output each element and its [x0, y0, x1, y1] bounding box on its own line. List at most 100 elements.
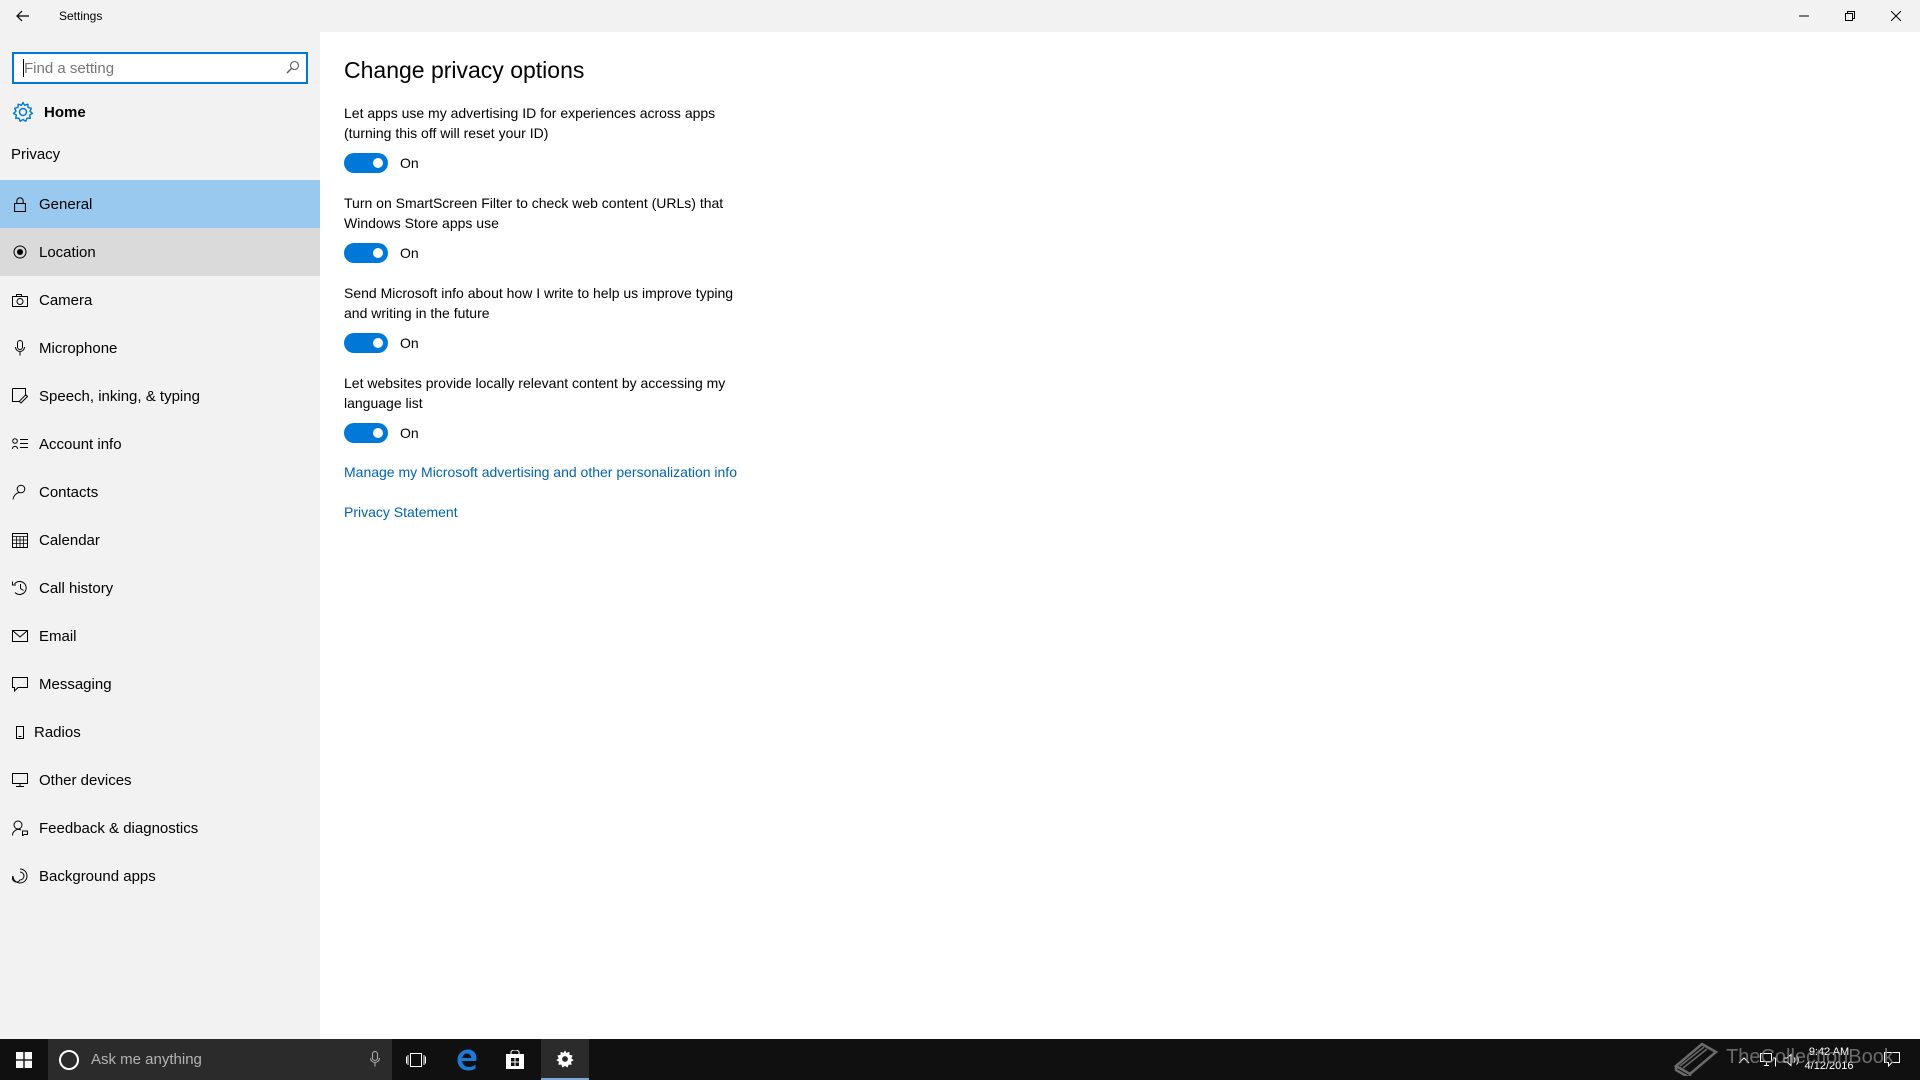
store-button[interactable] [491, 1039, 539, 1080]
book-icon [1673, 1042, 1719, 1076]
sidebar-item-label: Camera [39, 291, 93, 309]
task-view-button[interactable] [392, 1039, 440, 1080]
sidebar-item-email[interactable]: Email [0, 612, 320, 660]
privacy-nav: General Location Camera Microphone Speec… [0, 180, 320, 900]
setting-language-list: Let websites provide locally relevant co… [344, 373, 784, 443]
task-view-icon [406, 1052, 426, 1067]
sidebar-item-label: Microphone [39, 339, 118, 357]
sidebar-item-background-apps[interactable]: Background apps [0, 852, 320, 900]
sidebar-item-call-history[interactable]: Call history [0, 564, 320, 612]
location-icon [12, 244, 28, 260]
email-icon [12, 628, 28, 644]
taskbar-search-placeholder: Ask me anything [91, 1051, 202, 1068]
camera-icon [12, 292, 28, 308]
setting-advertising-id: Let apps use my advertising ID for exper… [344, 103, 784, 173]
watermark-text: TheCollectionBook [1726, 1045, 1894, 1068]
speech-icon [12, 388, 28, 404]
minimize-icon [1799, 15, 1809, 17]
setting-description: Let websites provide locally relevant co… [344, 375, 726, 411]
toggle-state-label: On [400, 335, 419, 351]
settings-taskbar-button[interactable] [541, 1039, 589, 1080]
sidebar-item-label: Feedback & diagnostics [39, 819, 199, 837]
sidebar-item-label: Background apps [39, 867, 156, 885]
contacts-icon [12, 484, 28, 500]
sidebar-item-label: Other devices [39, 771, 132, 789]
taskbar-search-box[interactable]: Ask me anything [48, 1039, 392, 1080]
lock-icon [12, 196, 28, 212]
advertising-id-toggle[interactable] [344, 153, 388, 173]
language-list-toggle[interactable] [344, 423, 388, 443]
setting-description: Turn on SmartScreen Filter to check web … [344, 195, 724, 231]
toggle-state-label: On [400, 245, 419, 261]
restore-icon [1845, 11, 1855, 21]
windows-logo-icon [16, 1051, 32, 1068]
setting-description: Send Microsoft info about how I write to… [344, 285, 734, 321]
sidebar: Home Privacy General Location Camera Mic… [0, 32, 320, 1039]
sidebar-item-other-devices[interactable]: Other devices [0, 756, 320, 804]
search-box[interactable] [12, 52, 308, 84]
back-button[interactable] [0, 0, 46, 32]
edge-icon [457, 1049, 477, 1070]
messaging-icon [12, 676, 28, 692]
sidebar-item-camera[interactable]: Camera [0, 276, 320, 324]
section-heading: Privacy [11, 146, 61, 163]
manage-advertising-link[interactable]: Manage my Microsoft advertising and othe… [344, 464, 737, 480]
sidebar-item-label: Location [39, 243, 96, 261]
home-link[interactable]: Home [12, 96, 308, 128]
microphone-icon[interactable] [370, 1051, 380, 1072]
sidebar-item-label: Radios [34, 723, 81, 741]
background-apps-icon [12, 868, 28, 884]
sidebar-item-label: Messaging [39, 675, 112, 693]
setting-typing-info: Send Microsoft info about how I write to… [344, 283, 784, 353]
sidebar-item-label: Account info [39, 435, 122, 453]
watermark: TheCollectionBook [1672, 1038, 1894, 1076]
window-title: Settings [59, 9, 103, 23]
sidebar-item-label: Call history [39, 579, 114, 597]
home-label: Home [44, 103, 86, 121]
taskbar: Ask me anything 9:42 AM 4/12/2016 [0, 1039, 1920, 1080]
search-input[interactable] [24, 54, 274, 82]
radios-icon [12, 724, 28, 740]
cortana-icon [59, 1049, 79, 1070]
minimize-button[interactable] [1781, 0, 1827, 32]
gear-icon [12, 101, 34, 122]
sidebar-item-speech[interactable]: Speech, inking, & typing [0, 372, 320, 420]
toggle-state-label: On [400, 155, 419, 171]
calendar-icon [12, 532, 28, 548]
sidebar-item-contacts[interactable]: Contacts [0, 468, 320, 516]
smartscreen-toggle[interactable] [344, 243, 388, 263]
sidebar-item-label: Email [39, 627, 77, 645]
sidebar-item-account-info[interactable]: Account info [0, 420, 320, 468]
title-bar: Settings [0, 0, 1920, 32]
sidebar-item-microphone[interactable]: Microphone [0, 324, 320, 372]
sidebar-item-messaging[interactable]: Messaging [0, 660, 320, 708]
sidebar-item-feedback[interactable]: Feedback & diagnostics [0, 804, 320, 852]
sidebar-item-calendar[interactable]: Calendar [0, 516, 320, 564]
start-button[interactable] [0, 1039, 48, 1080]
account-info-icon [12, 436, 28, 452]
close-button[interactable] [1873, 0, 1919, 32]
sidebar-item-label: General [39, 195, 93, 213]
store-icon [506, 1049, 524, 1069]
search-icon[interactable] [286, 60, 300, 79]
sidebar-item-general[interactable]: General [0, 180, 320, 228]
privacy-statement-link[interactable]: Privacy Statement [344, 504, 458, 520]
sidebar-item-radios[interactable]: Radios [0, 708, 320, 756]
call-history-icon [12, 580, 28, 596]
toggle-state-label: On [400, 425, 419, 441]
feedback-icon [12, 820, 28, 836]
typing-info-toggle[interactable] [344, 333, 388, 353]
setting-smartscreen: Turn on SmartScreen Filter to check web … [344, 193, 784, 263]
close-icon [1891, 11, 1901, 21]
microphone-icon [12, 340, 28, 356]
restore-button[interactable] [1827, 0, 1873, 32]
page-title: Change privacy options [344, 57, 585, 83]
other-devices-icon [12, 772, 28, 788]
edge-button[interactable] [443, 1039, 491, 1080]
sidebar-item-label: Speech, inking, & typing [39, 387, 200, 405]
setting-description: Let apps use my advertising ID for exper… [344, 105, 716, 141]
sidebar-item-location[interactable]: Location [0, 228, 320, 276]
gear-icon [556, 1049, 574, 1067]
arrow-left-icon [16, 10, 29, 22]
main-content: Change privacy options Let apps use my a… [320, 32, 1920, 1039]
